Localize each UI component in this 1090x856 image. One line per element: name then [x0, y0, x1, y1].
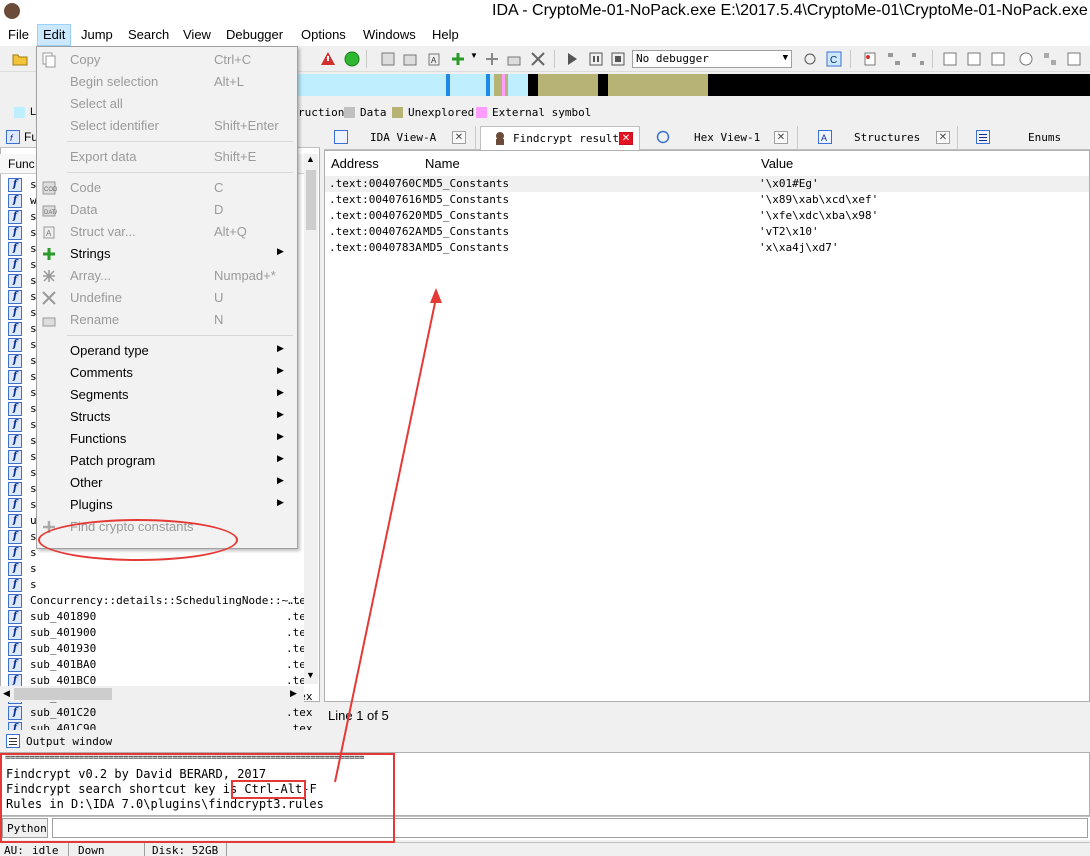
annotation-arrow: [334, 288, 442, 783]
